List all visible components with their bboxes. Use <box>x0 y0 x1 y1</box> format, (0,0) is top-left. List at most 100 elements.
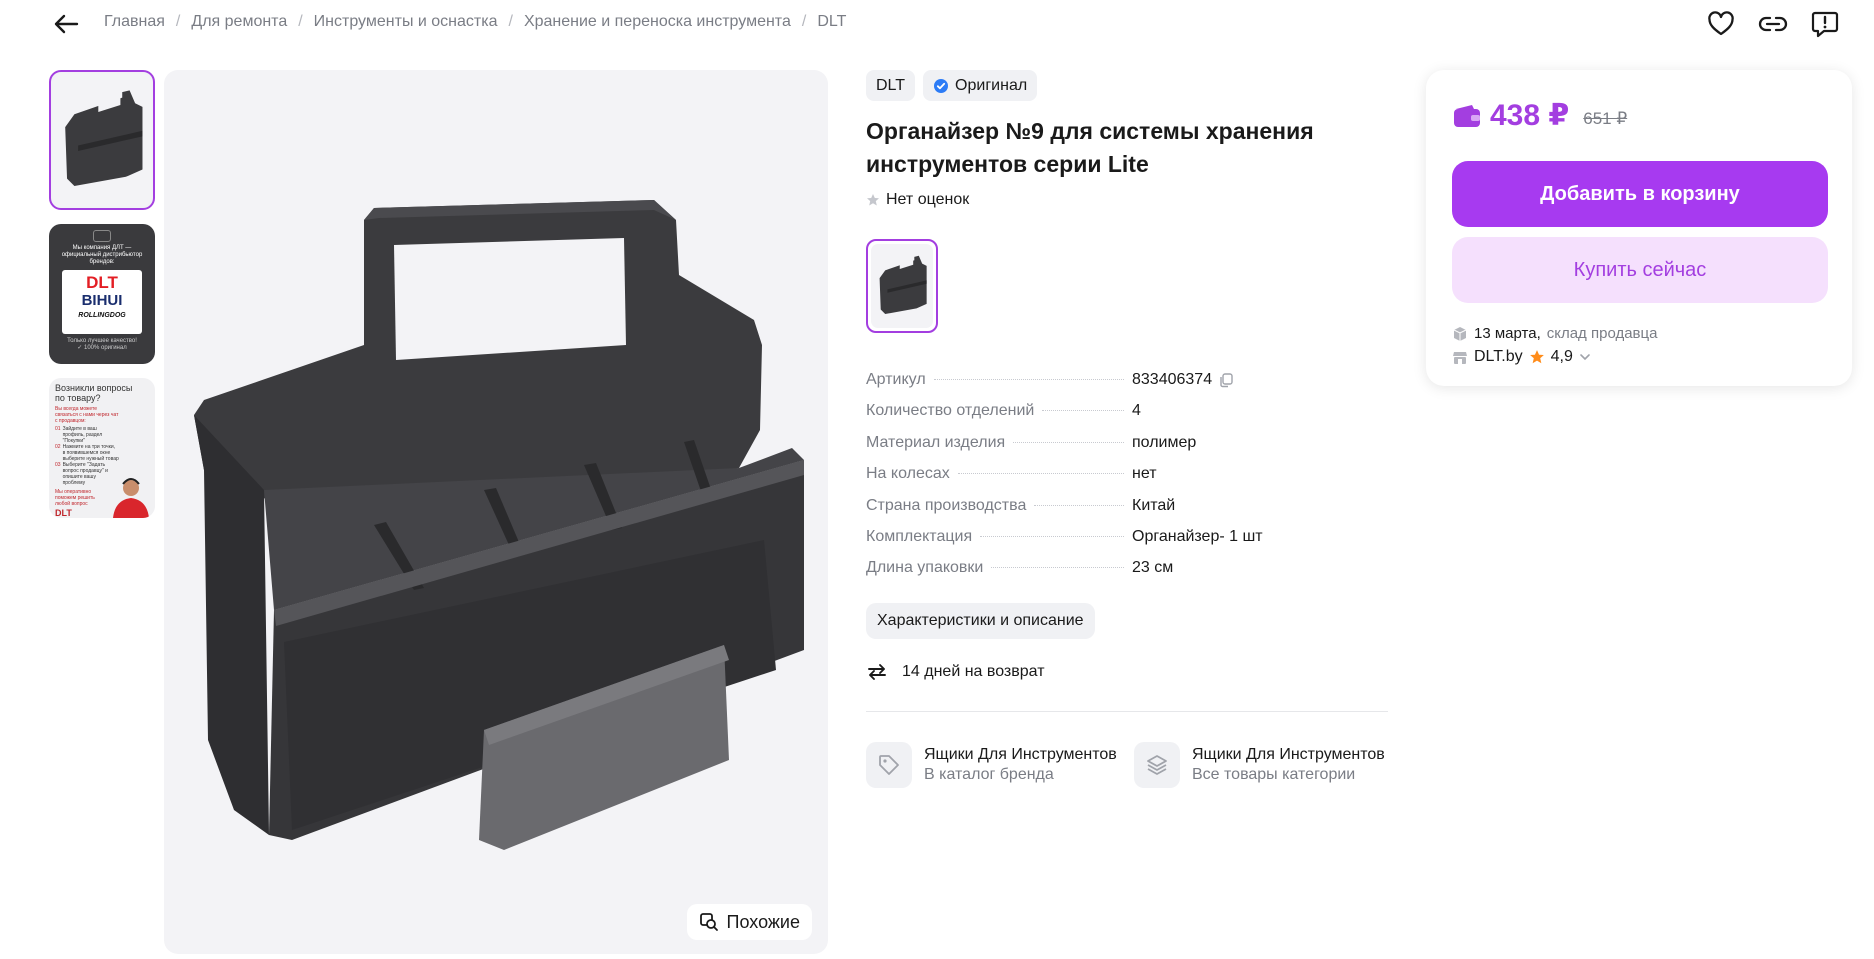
spec-key: Страна производства <box>866 496 1027 514</box>
thumb2-line-1: Мы компания ДЛТ — <box>72 245 132 251</box>
heart-icon <box>1708 11 1734 36</box>
favorite-button[interactable] <box>1704 8 1738 40</box>
organizer-image <box>194 200 804 850</box>
arrows-swap-icon <box>868 663 886 680</box>
thumb2-line-3: брендов: <box>89 259 115 265</box>
breadcrumb-item-repair[interactable]: Для ремонта <box>191 13 287 31</box>
spec-value: 23 см <box>1132 559 1174 577</box>
price-card: 438 ₽ 651 ₽ Добавить в корзину Купить се… <box>1426 70 1852 386</box>
rating-text: Нет оценок <box>886 191 970 208</box>
spec-key: Длина упаковки <box>866 559 984 577</box>
similar-products-button[interactable]: Похожие <box>686 904 812 940</box>
spec-key: Материал изделия <box>866 433 1006 451</box>
category-subtitle: Все товары категории <box>1192 765 1356 783</box>
rating[interactable]: Нет оценок <box>866 191 1390 209</box>
spec-value: Китай <box>1132 496 1176 514</box>
spec-row: Артикул 833406374 <box>866 371 1386 402</box>
layers-icon <box>1147 754 1167 775</box>
seller-name: DLT.by <box>1474 348 1523 365</box>
original-badge[interactable]: Оригинал <box>923 70 1038 101</box>
back-button[interactable] <box>50 10 82 38</box>
delivery-source: склад продавца <box>1546 325 1658 342</box>
breadcrumb-item-storage[interactable]: Хранение и переноска инструмента <box>524 13 791 31</box>
dlt-logo: DLT <box>86 273 118 292</box>
delivery-info: 13 марта, склад продавца <box>1452 325 1826 342</box>
spec-row: Длина упаковки 23 см <box>866 559 1386 590</box>
spec-value: полимер <box>1132 433 1197 451</box>
main-product-image[interactable]: Похожие <box>164 70 828 954</box>
spec-value: 4 <box>1132 402 1141 420</box>
bihui-logo: BIHUI <box>81 292 123 309</box>
spec-row: На колесах нет <box>866 465 1386 496</box>
chat-alert-icon <box>1811 11 1839 38</box>
characteristics-description-button[interactable]: Характеристики и описание <box>866 602 1095 639</box>
link-icon <box>1758 16 1788 32</box>
box-icon <box>1453 326 1467 341</box>
breadcrumb-item-tools[interactable]: Инструменты и оснастка <box>314 13 498 31</box>
copy-icon[interactable] <box>1218 372 1234 388</box>
breadcrumb-separator: / <box>298 13 303 30</box>
thumb3-outro: Мы оперативно поможем решить любой вопро… <box>55 489 95 507</box>
seller-info[interactable]: DLT.by 4,9 <box>1452 348 1826 366</box>
brand-catalog-subtitle: В каталог бренда <box>924 765 1054 783</box>
variant-thumbnail[interactable] <box>866 239 938 333</box>
specs-table: Артикул 833406374 Количество отделений 4… <box>866 371 1386 591</box>
product-thumbnail-image <box>65 90 143 186</box>
wallet-icon <box>1454 104 1480 127</box>
thumb2-footer-1: Только лучшее качество! <box>67 338 137 344</box>
thumb2-line-2: официальный дистрибьютор <box>61 252 143 258</box>
chevron-down-icon <box>1580 354 1590 361</box>
breadcrumb: Главная / Для ремонта / Инструменты и ос… <box>104 13 846 31</box>
breadcrumb-item-brand[interactable]: DLT <box>817 13 846 31</box>
spec-row: Материал изделия полимер <box>866 434 1386 465</box>
thumb3-title-2: по товару? <box>55 393 101 403</box>
seller-rating: 4,9 <box>1550 348 1573 365</box>
breadcrumb-separator: / <box>801 13 807 30</box>
price-row: 438 ₽ 651 ₽ <box>1452 98 1826 133</box>
spec-row: Количество отделений 4 <box>866 402 1386 433</box>
spec-key: Количество отделений <box>866 402 1035 420</box>
brand-catalog-link[interactable]: Ящики Для Инструментов DLT В каталог бре… <box>866 741 1120 788</box>
original-label: Оригинал <box>955 76 1028 94</box>
category-link[interactable]: Ящики Для Инструментов Все товары катего… <box>1134 741 1388 788</box>
thumbnail-support-info[interactable]: Возникли вопросы по товару? Вы всегда мо… <box>49 378 155 518</box>
similar-products-label: Похожие <box>726 911 800 932</box>
star-icon <box>1529 350 1544 364</box>
thumbnail-brand-info[interactable]: Мы компания ДЛТ — официальный дистрибьют… <box>49 224 155 364</box>
share-button[interactable] <box>1756 8 1790 40</box>
verified-check-icon <box>934 78 949 93</box>
thumb3-title-1: Возникли вопросы <box>55 383 133 393</box>
returns-info: 14 дней на возврат <box>866 661 1390 683</box>
report-button[interactable] <box>1808 8 1842 40</box>
spec-key: Комплектация <box>866 527 973 545</box>
current-price: 438 ₽ <box>1490 99 1570 132</box>
old-price: 651 ₽ <box>1583 108 1628 128</box>
spec-row: Комплектация Органайзер- 1 шт <box>866 528 1386 559</box>
thumb3-intro: Вы всегда можете связаться с нами через … <box>55 406 119 424</box>
similar-search-icon <box>699 913 718 931</box>
thumb3-step-2: 02 Нажмите на три точки, в появившемся ок… <box>55 444 119 462</box>
badges: DLT Оригинал <box>866 70 1390 101</box>
delivery-date: 13 марта, <box>1474 325 1541 342</box>
top-actions <box>1704 8 1842 40</box>
spec-row: Страна производства Китай <box>866 497 1386 528</box>
brand-badge[interactable]: DLT <box>866 70 916 101</box>
product-title: Органайзер №9 для системы хранения инстр… <box>866 118 1314 177</box>
breadcrumb-separator: / <box>175 13 181 30</box>
thumb3-step-1: 01 Зайдите в ваш профиль, раздел "Покупки… <box>55 426 119 444</box>
thumbnail-product[interactable] <box>49 70 155 210</box>
buy-now-button[interactable]: Купить сейчас <box>1452 237 1828 303</box>
brand-name: DLT <box>876 76 906 94</box>
arrow-left-icon <box>54 14 79 34</box>
product-info: DLT Оригинал Органайзер №9 для системы х… <box>866 70 1390 788</box>
spec-value: Органайзер- 1 шт <box>1132 527 1263 545</box>
rollingdog-logo: ROLLINGDOG <box>78 312 126 319</box>
thumbnail-list: Мы компания ДЛТ — официальный дистрибьют… <box>49 70 155 532</box>
thumb3-step-2-text: Нажмите на три точки, в появившемся окне… <box>62 444 119 462</box>
breadcrumb-item-home[interactable]: Главная <box>104 13 165 31</box>
add-to-cart-button[interactable]: Добавить в корзину <box>1452 161 1828 227</box>
support-person-image <box>113 478 149 518</box>
brand-catalog-title: Ящики Для Инструментов DLT <box>924 745 1120 763</box>
divider <box>866 710 1388 712</box>
brand-logos-box: DLT BIHUI ROLLINGDOG <box>62 270 142 334</box>
